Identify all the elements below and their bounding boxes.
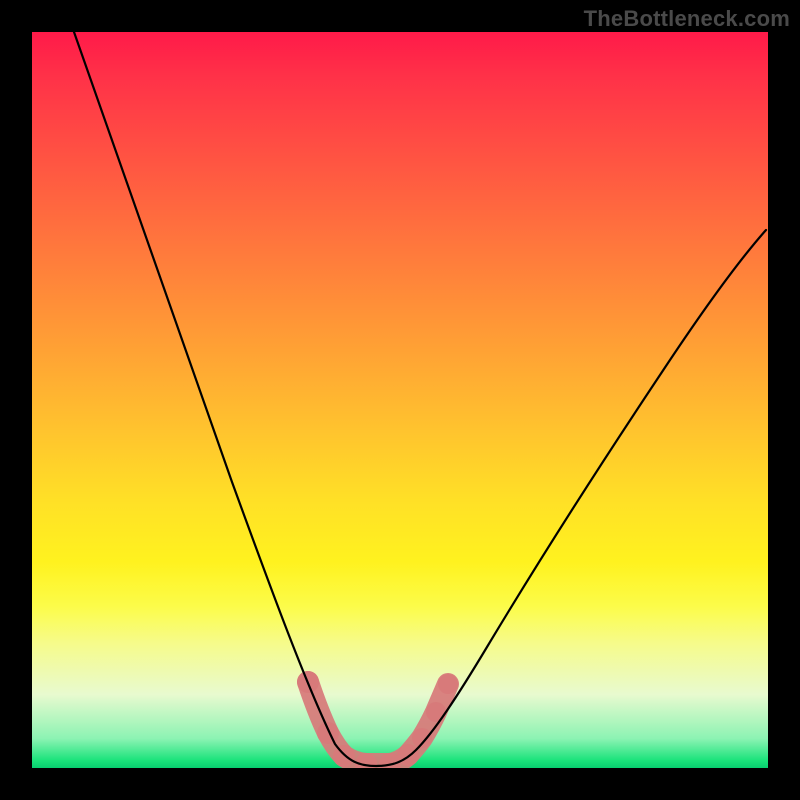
watermark-text: TheBottleneck.com <box>584 6 790 32</box>
marker-dot <box>333 745 355 767</box>
marker-dot <box>438 674 458 694</box>
bottleneck-curve <box>74 32 766 766</box>
marker-dot <box>426 702 446 722</box>
plot-area <box>32 32 768 768</box>
marker-dot <box>317 722 339 744</box>
chart-svg <box>32 32 768 768</box>
outer-frame: TheBottleneck.com <box>0 0 800 800</box>
highlight-markers <box>297 671 458 768</box>
marker-dot <box>397 744 419 766</box>
